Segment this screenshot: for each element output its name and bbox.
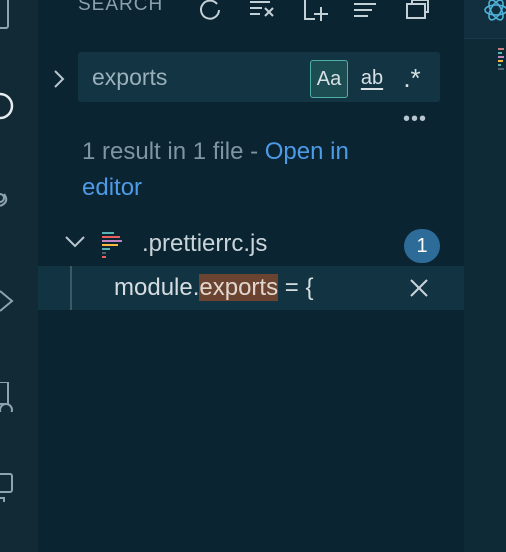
regex-button[interactable]: .* — [396, 60, 428, 96]
search-icon[interactable] — [0, 91, 20, 121]
search-box: Aa ab .* — [78, 52, 440, 102]
remote-explorer-icon[interactable] — [0, 381, 20, 417]
match-line-text: module.exports = { — [114, 274, 313, 302]
match-before: module. — [114, 274, 200, 301]
match-after: = { — [278, 274, 314, 301]
sidebar-title: SEARCH — [78, 0, 164, 15]
match-row[interactable]: module.exports = { — [38, 266, 464, 310]
search-sidebar: SEARCH Aa ab .* ••• 1 result in 1 file -… — [38, 0, 464, 552]
match-whole-word-button[interactable]: ab — [352, 60, 392, 96]
search-input[interactable] — [92, 62, 292, 92]
clear-results-icon[interactable] — [247, 0, 277, 24]
editor-tab[interactable] — [464, 0, 506, 39]
toggle-replace-icon[interactable] — [48, 64, 70, 94]
prettier-file-icon — [100, 230, 126, 260]
activity-bar — [0, 0, 39, 552]
editor-area — [464, 0, 506, 552]
results-summary-text: 1 result in 1 file - — [82, 138, 265, 165]
match-whole-word-label: ab — [360, 66, 384, 89]
more-options-icon[interactable]: ••• — [403, 108, 427, 131]
result-file-row[interactable]: .prettierrc.js 1 — [38, 226, 464, 264]
result-count-badge: 1 — [404, 229, 440, 263]
minimap-icon — [498, 46, 506, 76]
run-debug-icon[interactable] — [0, 286, 20, 316]
react-file-icon — [484, 0, 506, 21]
new-search-editor-icon[interactable] — [300, 0, 330, 24]
source-control-icon[interactable] — [0, 188, 20, 218]
explorer-icon[interactable] — [0, 0, 20, 30]
dismiss-icon[interactable] — [406, 275, 432, 301]
match-case-button[interactable]: Aa — [310, 60, 348, 98]
results-summary: 1 result in 1 file - Open in editor — [82, 134, 412, 206]
chevron-down-icon[interactable] — [64, 234, 86, 255]
result-file-name: .prettierrc.js — [142, 230, 268, 257]
view-as-tree-icon[interactable] — [402, 0, 432, 24]
tree-indent-guide — [70, 266, 72, 310]
extensions-icon[interactable] — [0, 472, 20, 509]
collapse-all-icon[interactable] — [350, 0, 380, 24]
refresh-icon[interactable] — [195, 0, 225, 24]
match-highlight: exports — [199, 274, 279, 301]
